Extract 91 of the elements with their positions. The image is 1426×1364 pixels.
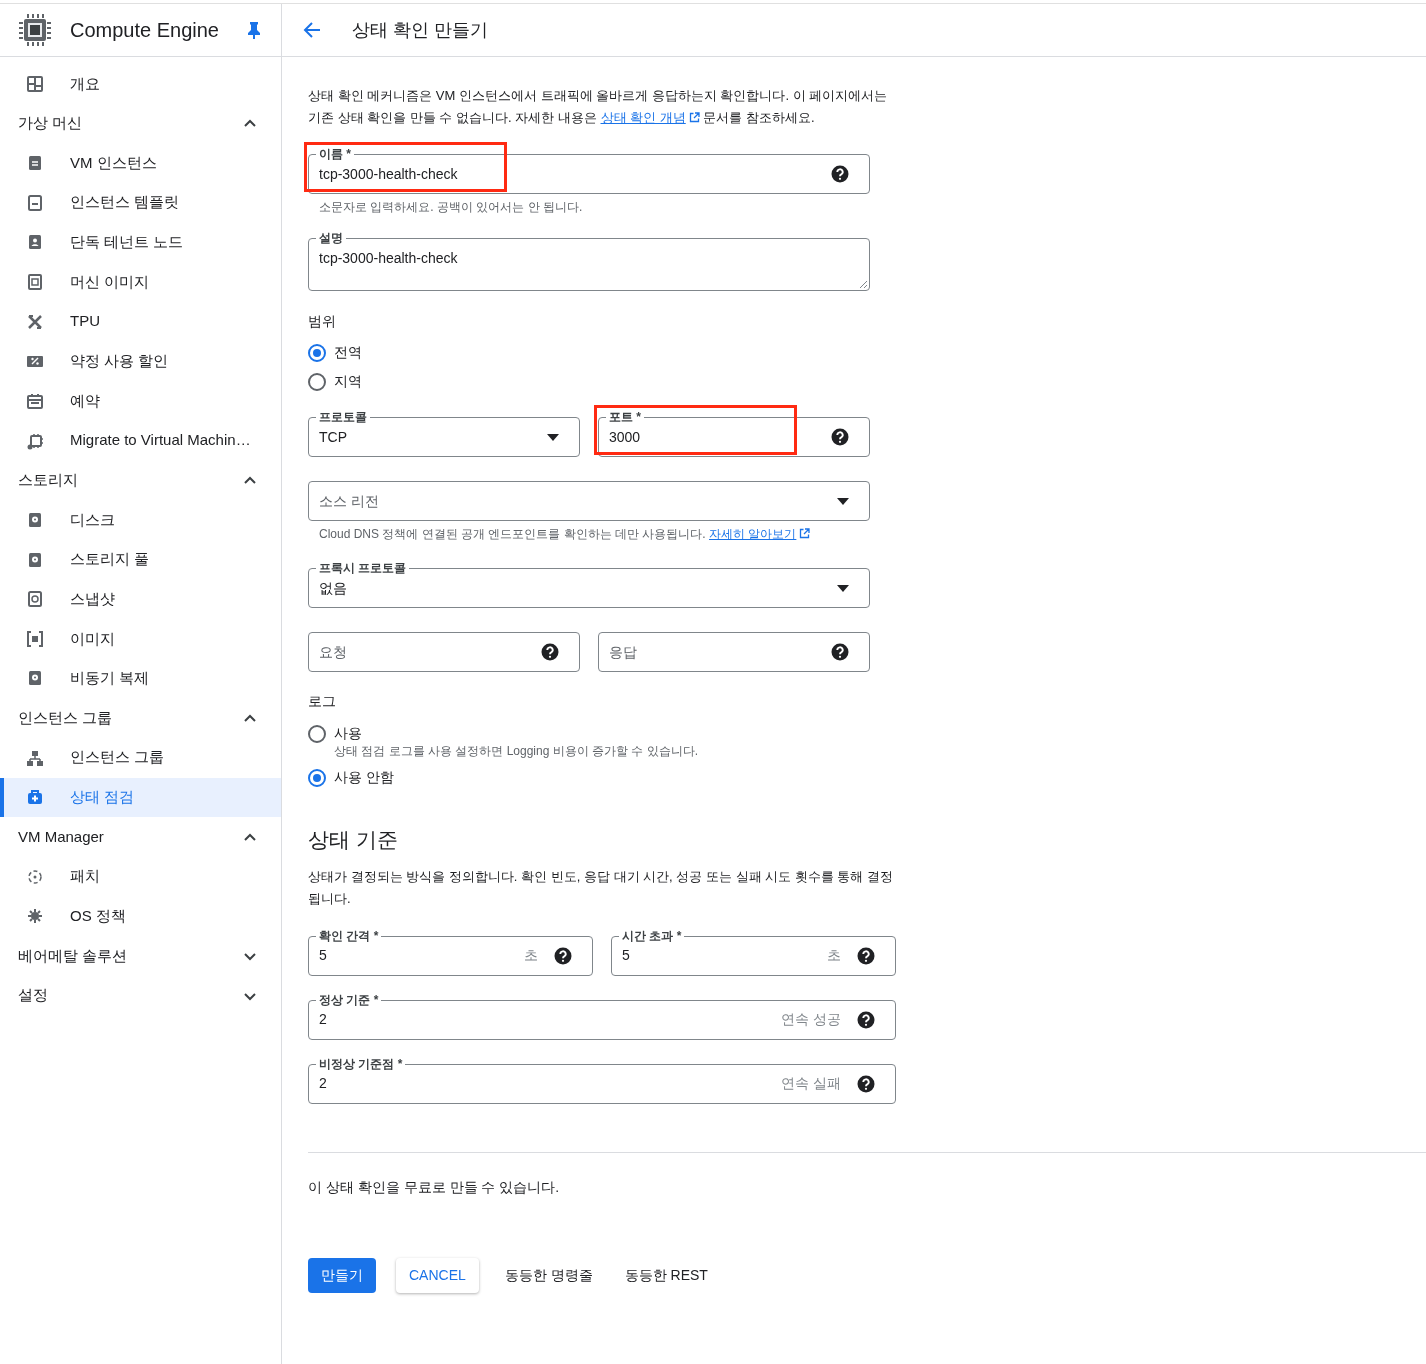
page-title: 상태 확인 만들기 xyxy=(352,18,488,42)
grid-icon xyxy=(26,74,44,93)
help-icon[interactable] xyxy=(857,1010,875,1029)
field-label: 비정상 기준점 * xyxy=(316,1055,406,1072)
hierarchy-icon xyxy=(26,748,44,767)
nav-item[interactable]: VM 인스턴스 xyxy=(0,143,281,183)
section-label: 범위 xyxy=(308,312,337,331)
chip-icon xyxy=(26,431,44,450)
nav-item[interactable]: 상태 점검 xyxy=(0,777,281,818)
concept-link[interactable]: 상태 확인 개념 xyxy=(600,110,700,125)
option-label: 지역 xyxy=(334,372,362,391)
nav-item[interactable]: 단독 테넌트 노드 xyxy=(0,222,281,263)
section-heading: 상태 기준 xyxy=(308,827,399,853)
field-label: 이름 * xyxy=(316,146,354,162)
radio-button[interactable] xyxy=(308,343,326,362)
section-header[interactable]: 베어메탈 솔루션 xyxy=(0,936,281,976)
section-header[interactable]: 가상 머신 xyxy=(0,103,281,144)
section-header[interactable]: 인스턴스 그룹 xyxy=(0,698,281,738)
field-label: 프로토콜 xyxy=(316,409,370,425)
create-button[interactable]: 만들기 xyxy=(308,1257,376,1293)
equivalent-button[interactable]: 동등한 명령줄 xyxy=(498,1257,599,1293)
radio-button[interactable] xyxy=(308,724,326,743)
bracket-icon xyxy=(26,629,44,648)
source-region-select[interactable]: 소스 리전 xyxy=(308,481,870,521)
option-label: 전역 xyxy=(334,343,362,362)
nav-item[interactable]: OS 정책 xyxy=(0,896,281,937)
section-label: 로그 xyxy=(308,692,337,711)
nav-item[interactable]: 비동기 복제 xyxy=(0,658,281,699)
radio-button[interactable] xyxy=(308,372,326,391)
nav-item[interactable]: Migrate to Virtual Machin… xyxy=(0,420,281,461)
resize-grip-icon[interactable] xyxy=(859,280,867,288)
cancel-button[interactable]: CANCEL xyxy=(396,1257,479,1293)
app-title: Compute Engine xyxy=(70,18,219,43)
section-header[interactable]: VM Manager xyxy=(0,817,281,857)
gear-icon xyxy=(26,907,44,926)
field-label: 확인 간격 * xyxy=(316,927,382,944)
field-label: 포트 * xyxy=(606,409,644,425)
helper-text: Cloud DNS 정책에 연결된 공개 엔드포인트를 확인하는 데만 사용됩니다. 자세히 알아보기 xyxy=(308,525,896,543)
server-icon xyxy=(26,193,44,212)
help-icon[interactable] xyxy=(831,428,849,446)
nav-item[interactable]: 디스크 xyxy=(0,500,281,540)
section-description: 상태가 결정되는 방식을 정의합니다. 확인 빈도, 응답 대기 시간, 성공 또는 실패 시도 횟수를 통해 결정됩니다. xyxy=(308,867,894,908)
field-label: 시간 초과 * xyxy=(619,927,685,944)
nav-item[interactable]: 인스턴스 템플릿 xyxy=(0,182,281,223)
server-icon xyxy=(26,154,44,173)
request-input[interactable]: 요청 xyxy=(308,632,580,672)
response-input[interactable]: 응답 xyxy=(598,632,870,672)
nav-item[interactable]: TPU xyxy=(0,301,281,342)
field-label: 설명 xyxy=(316,230,346,246)
helper-text: 소문자로 입력하세요. 공백이 있어서는 안 됩니다. xyxy=(318,199,584,216)
help-icon[interactable] xyxy=(857,1074,875,1093)
intro-paragraph: 상태 확인 메커니즘은 VM 인스턴스에서 트래픽에 올바르게 응답하는지 확인합니다. 이 페이지에서는 기존 상태 확인을 만들 수 없습니다. 자세한 내용은 상태 확인 개념 문서를 참조하세요. xyxy=(308,87,889,127)
option-label: 사용 xyxy=(334,724,362,743)
nav-item[interactable]: 이미지 xyxy=(0,618,281,659)
sync-icon xyxy=(26,867,44,886)
nav-item[interactable]: 인스턴스 그룹 xyxy=(0,737,281,778)
nav-item[interactable]: 스냅샷 xyxy=(0,579,281,619)
nav-item[interactable]: 패치 xyxy=(0,856,281,897)
pin-icon[interactable] xyxy=(247,21,261,39)
help-icon[interactable] xyxy=(831,643,849,661)
dropdown-caret-icon xyxy=(837,497,849,505)
medical-bag-icon xyxy=(26,788,44,807)
nav-item[interactable]: 머신 이미지 xyxy=(0,262,281,302)
nav-item[interactable]: 약정 사용 할인 xyxy=(0,341,281,382)
help-icon[interactable] xyxy=(554,946,572,965)
external-link-icon xyxy=(688,112,700,123)
chip-icon xyxy=(18,13,52,47)
learn-more-link[interactable]: 자세히 알아보기 xyxy=(709,527,811,541)
equivalent-button[interactable]: 동등한 REST xyxy=(618,1257,714,1293)
option-label: 사용 안함 xyxy=(334,768,394,787)
radio-button[interactable] xyxy=(308,768,326,787)
nav-item[interactable]: 예약 xyxy=(0,381,281,421)
help-icon[interactable] xyxy=(541,643,559,661)
nav-item[interactable]: 개요 xyxy=(0,64,281,104)
person-card-icon xyxy=(26,233,44,252)
section-header[interactable]: 스토리지 xyxy=(0,460,281,501)
back-arrow-icon[interactable] xyxy=(302,20,322,40)
free-note: 이 상태 확인을 무료로 만들 수 있습니다. xyxy=(308,1177,561,1197)
section-header[interactable]: 설정 xyxy=(0,975,281,1016)
dropdown-caret-icon xyxy=(547,433,559,441)
help-icon[interactable] xyxy=(831,165,849,183)
calendar-icon xyxy=(26,391,44,410)
nav-item[interactable]: 스토리지 풀 xyxy=(0,539,281,580)
grid-icon xyxy=(26,273,44,291)
cross-icon xyxy=(26,312,44,331)
help-icon[interactable] xyxy=(857,946,875,965)
field-label: 프록시 프로토콜 xyxy=(316,560,410,576)
dropdown-caret-icon xyxy=(837,584,849,592)
field-label: 정상 기준 * xyxy=(316,991,382,1008)
option-description: 상태 점검 로그를 사용 설정하면 Logging 비용이 증가할 수 있습니다. xyxy=(333,743,700,760)
external-link-icon xyxy=(799,528,811,539)
